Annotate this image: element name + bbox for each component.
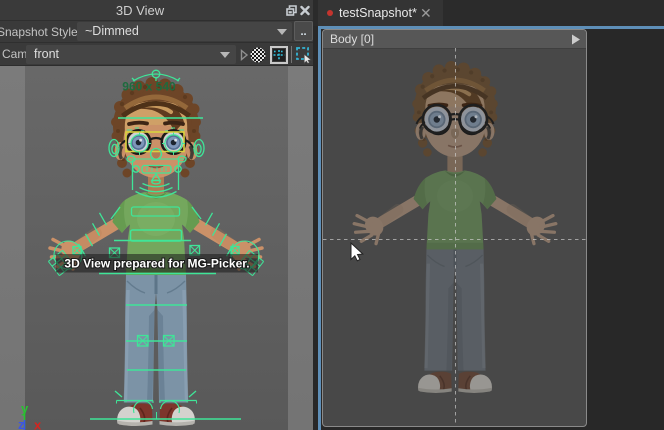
svg-text:z: z [18,417,25,430]
svg-text:3D View prepared for MG-Picker: 3D View prepared for MG-Picker. [64,257,249,271]
svg-text:x: x [34,418,42,430]
svg-text:960 x 540: 960 x 540 [122,80,176,94]
